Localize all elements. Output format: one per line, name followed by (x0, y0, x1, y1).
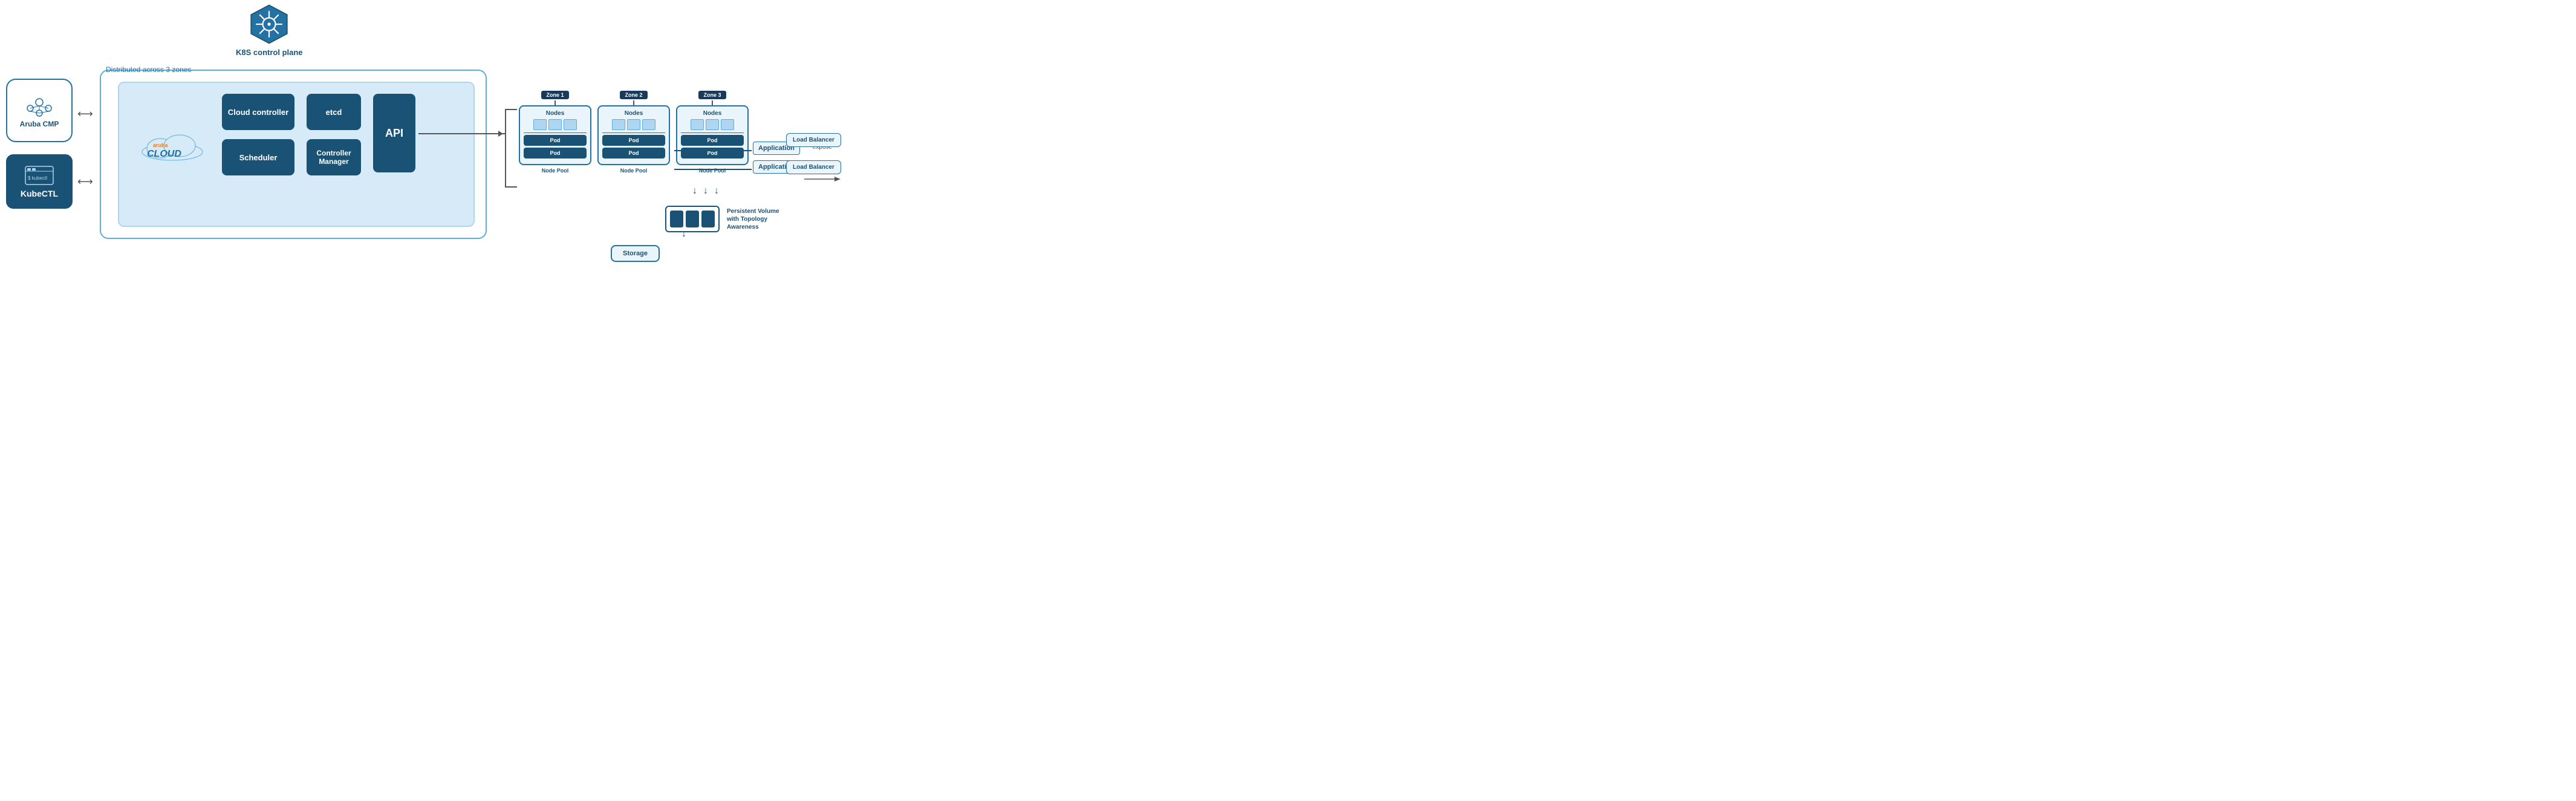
zone-1-label: Zone 1 (541, 91, 568, 99)
cloud-controller-btn: Cloud controller (222, 94, 294, 130)
zone-1-pod-1: Pod (524, 135, 587, 146)
aruba-cmp-box: Aruba CMP (6, 79, 73, 142)
kubectl-box: $ kubectl KubeCTL (6, 154, 73, 209)
arrow-cmp: ⟷ (77, 108, 93, 120)
zone-3-pod-1: Pod (681, 135, 744, 146)
bracket-vertical (505, 109, 506, 188)
k8s-label: K8S control plane (236, 48, 303, 57)
zone-1-pool-label: Node Pool (542, 168, 569, 174)
aruba-cloud-logo: aruba CLOUD (133, 121, 212, 169)
scheduler-btn: Scheduler (222, 139, 294, 175)
zone-3-nodes-label: Nodes (681, 110, 744, 117)
kubectl-icon: $ kubectl (24, 165, 54, 186)
storage-box: Storage (611, 245, 660, 262)
storage-label: Storage (623, 250, 648, 257)
zone-1-border: Nodes Pod Pod (519, 105, 591, 165)
zone-2-nodes-label: Nodes (602, 110, 665, 117)
divider (681, 132, 744, 133)
svg-text:CLOUD: CLOUD (147, 149, 181, 159)
zone1-connector (555, 100, 556, 105)
zone-1: Zone 1 Nodes Pod Pod Node Pool (519, 91, 591, 174)
etcd-btn: etcd (307, 94, 361, 130)
zone-3-border: Nodes Pod Pod (676, 105, 749, 165)
zone-1-pod-2: Pod (524, 148, 587, 159)
zone-2-nodes-row (602, 119, 665, 130)
api-to-zones-arrow (418, 133, 506, 134)
aruba-cmp-icon (24, 93, 54, 117)
load-balancer-2: Load Balancer (786, 160, 841, 174)
k8s-icon (248, 3, 290, 45)
svg-text:$ kubectl: $ kubectl (28, 175, 47, 181)
zone-3-pod-2: Pod (681, 148, 744, 159)
pv-cylinders (665, 206, 720, 232)
zone-1-nodes-row (524, 119, 587, 130)
node-sq (627, 119, 640, 130)
cylinder-1 (670, 211, 683, 227)
architecture-diagram: K8S control plane Aruba CMP ⟷ $ kubectl … (0, 0, 859, 266)
api-btn: API (373, 94, 415, 172)
zone3-connector (712, 100, 713, 105)
aruba-cloud-svg: aruba CLOUD (136, 129, 209, 162)
pv-label: Persistent Volume with Topology Awarenes… (727, 208, 787, 231)
svg-text:aruba: aruba (153, 142, 169, 148)
bracket-top (505, 109, 517, 110)
node-sq (706, 119, 719, 130)
zone-2-pod-1: Pod (602, 135, 665, 146)
pod1-to-app-line (674, 150, 752, 151)
down-arrows-storage: ↓ ↓ ↓ (692, 186, 719, 197)
zone-1-nodes-label: Nodes (524, 110, 587, 117)
zone2-connector (633, 100, 634, 105)
distributed-box-label: Distributed across 3 zones (106, 65, 191, 74)
node-sq (642, 119, 655, 130)
divider (524, 132, 587, 133)
zone-3: Zone 3 Nodes Pod Pod Node Pool (676, 91, 749, 174)
k8s-control-plane: K8S control plane (236, 3, 303, 57)
zone-2-border: Nodes Pod Pod (597, 105, 670, 165)
zone-3-nodes-row (681, 119, 744, 130)
controller-manager-btn: Controller Manager (307, 139, 361, 175)
cylinder-2 (686, 211, 699, 227)
node-sq (691, 119, 704, 130)
zone-2-pool-label: Node Pool (620, 168, 648, 174)
pod2-to-app-line (674, 169, 752, 170)
node-sq (612, 119, 625, 130)
node-sq (533, 119, 547, 130)
zone-2-pod-2: Pod (602, 148, 665, 159)
divider (602, 132, 665, 133)
node-sq (548, 119, 562, 130)
zone-2-label: Zone 2 (620, 91, 647, 99)
load-balancer-1: Load Balancer (786, 133, 841, 147)
down-arrow-storage-box: ↓ (681, 229, 686, 240)
zone-2: Zone 2 Nodes Pod Pod Node Pool (597, 91, 670, 174)
arrow-kubectl: ⟷ (77, 175, 93, 188)
kubectl-label: KubeCTL (21, 189, 58, 198)
node-sq (721, 119, 734, 130)
aruba-cmp-label: Aruba CMP (20, 120, 59, 128)
bracket-bottom (505, 186, 517, 188)
cylinder-3 (701, 211, 715, 227)
zone-3-label: Zone 3 (698, 91, 726, 99)
node-sq (564, 119, 577, 130)
